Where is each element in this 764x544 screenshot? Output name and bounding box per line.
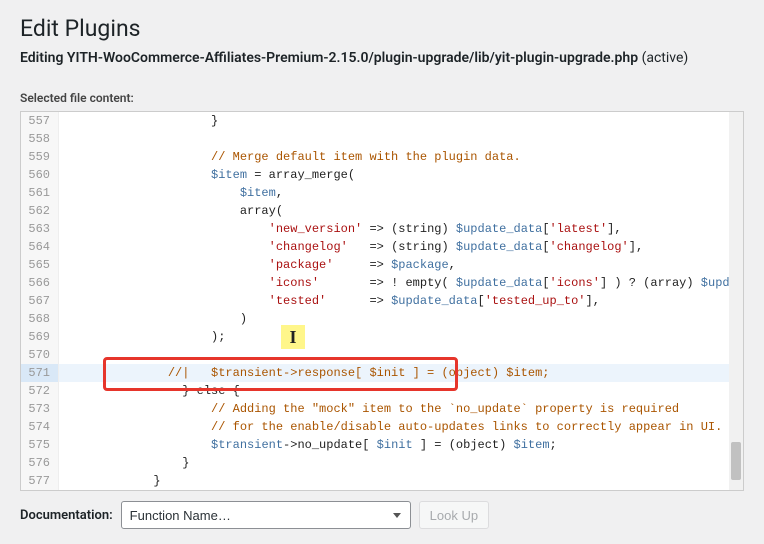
gutter-line-number: 560	[21, 166, 59, 184]
gutter-line-number: 559	[21, 148, 59, 166]
code-content[interactable]: array(	[59, 202, 743, 220]
gutter-line-number: 570	[21, 346, 59, 364]
code-content[interactable]: // Merge default item with the plugin da…	[59, 148, 743, 166]
gutter-line-number: 576	[21, 454, 59, 472]
gutter-line-number: 562	[21, 202, 59, 220]
gutter-line-number: 565	[21, 256, 59, 274]
code-line[interactable]: 578	[21, 490, 743, 491]
gutter-line-number: 561	[21, 184, 59, 202]
code-line[interactable]: 560 $item = array_merge(	[21, 166, 743, 184]
code-content[interactable]: );	[59, 328, 743, 346]
code-content[interactable]: // for the enable/disable auto-updates l…	[59, 418, 743, 436]
editing-path: YITH-WooCommerce-Affiliates-Premium-2.15…	[67, 50, 638, 66]
code-content[interactable]: }	[59, 112, 743, 130]
code-content[interactable]: }	[59, 454, 743, 472]
code-line[interactable]: 557 }	[21, 112, 743, 130]
gutter-line-number: 572	[21, 382, 59, 400]
lookup-button[interactable]: Look Up	[419, 501, 489, 529]
code-line[interactable]: 561 $item,	[21, 184, 743, 202]
code-line[interactable]: 559 // Merge default item with the plugi…	[21, 148, 743, 166]
code-content[interactable]: 'tested' => $update_data['tested_up_to']…	[59, 292, 743, 310]
documentation-footer: Documentation: Function Name… Look Up	[20, 501, 744, 529]
code-line[interactable]: 577 }	[21, 472, 743, 490]
gutter-line-number: 573	[21, 400, 59, 418]
code-content[interactable]: 'icons' => ! empty( $update_data['icons'…	[59, 274, 744, 292]
code-line[interactable]: 573 // Adding the "mock" item to the `no…	[21, 400, 743, 418]
gutter-line-number: 578	[21, 490, 59, 491]
vertical-scrollbar[interactable]	[729, 112, 743, 490]
code-content[interactable]: )	[59, 310, 743, 328]
code-line[interactable]: 571 //| $transient->response[ $init ] = …	[21, 364, 743, 382]
function-name-select[interactable]: Function Name…	[121, 501, 411, 529]
gutter-line-number: 569	[21, 328, 59, 346]
code-line[interactable]: 563 'new_version' => (string) $update_da…	[21, 220, 743, 238]
code-content[interactable]: } else {	[59, 382, 743, 400]
documentation-label: Documentation:	[20, 508, 113, 523]
gutter-line-number: 558	[21, 130, 59, 148]
code-content[interactable]: 'package' => $package,	[59, 256, 743, 274]
code-line[interactable]: 575 $transient->no_update[ $init ] = (ob…	[21, 436, 743, 454]
code-content[interactable]: 'changelog' => (string) $update_data['ch…	[59, 238, 743, 256]
code-line[interactable]: 566 'icons' => ! empty( $update_data['ic…	[21, 274, 743, 292]
scrollbar-thumb[interactable]	[731, 442, 741, 480]
code-line[interactable]: 565 'package' => $package,	[21, 256, 743, 274]
code-line[interactable]: 567 'tested' => $update_data['tested_up_…	[21, 292, 743, 310]
code-content[interactable]: $item = array_merge(	[59, 166, 743, 184]
code-content[interactable]: }	[59, 472, 743, 490]
gutter-line-number: 566	[21, 274, 59, 292]
code-content[interactable]	[59, 490, 743, 491]
code-line[interactable]: 562 array(	[21, 202, 743, 220]
gutter-line-number: 568	[21, 310, 59, 328]
code-line[interactable]: 574 // for the enable/disable auto-updat…	[21, 418, 743, 436]
gutter-line-number: 557	[21, 112, 59, 130]
editing-status: (active)	[638, 50, 688, 66]
code-line[interactable]: 558	[21, 130, 743, 148]
gutter-line-number: 567	[21, 292, 59, 310]
editing-file-path: Editing YITH-WooCommerce-Affiliates-Prem…	[20, 50, 744, 66]
code-line[interactable]: 564 'changelog' => (string) $update_data…	[21, 238, 743, 256]
code-line[interactable]: 576 }	[21, 454, 743, 472]
gutter-line-number: 574	[21, 418, 59, 436]
text-cursor-icon	[281, 325, 305, 349]
gutter-line-number: 575	[21, 436, 59, 454]
code-line[interactable]: 570	[21, 346, 743, 364]
gutter-line-number: 563	[21, 220, 59, 238]
code-line[interactable]: 568 )	[21, 310, 743, 328]
code-content[interactable]: $item,	[59, 184, 743, 202]
gutter-line-number: 577	[21, 472, 59, 490]
code-content[interactable]	[59, 130, 743, 148]
code-content[interactable]: // Adding the "mock" item to the `no_upd…	[59, 400, 743, 418]
editing-label-prefix: Editing	[20, 50, 67, 66]
page-title: Edit Plugins	[20, 15, 744, 42]
code-line[interactable]: 569 );	[21, 328, 743, 346]
code-content[interactable]: $transient->no_update[ $init ] = (object…	[59, 436, 743, 454]
code-content[interactable]: 'new_version' => (string) $update_data['…	[59, 220, 743, 238]
code-editor[interactable]: 557 }558559 // Merge default item with t…	[20, 111, 744, 491]
code-content[interactable]: //| $transient->response[ $init ] = (obj…	[59, 364, 743, 382]
gutter-line-number: 564	[21, 238, 59, 256]
selected-file-content-label: Selected file content:	[20, 91, 744, 105]
code-content[interactable]	[59, 346, 743, 364]
gutter-line-number: 571	[21, 364, 59, 382]
code-line[interactable]: 572 } else {	[21, 382, 743, 400]
